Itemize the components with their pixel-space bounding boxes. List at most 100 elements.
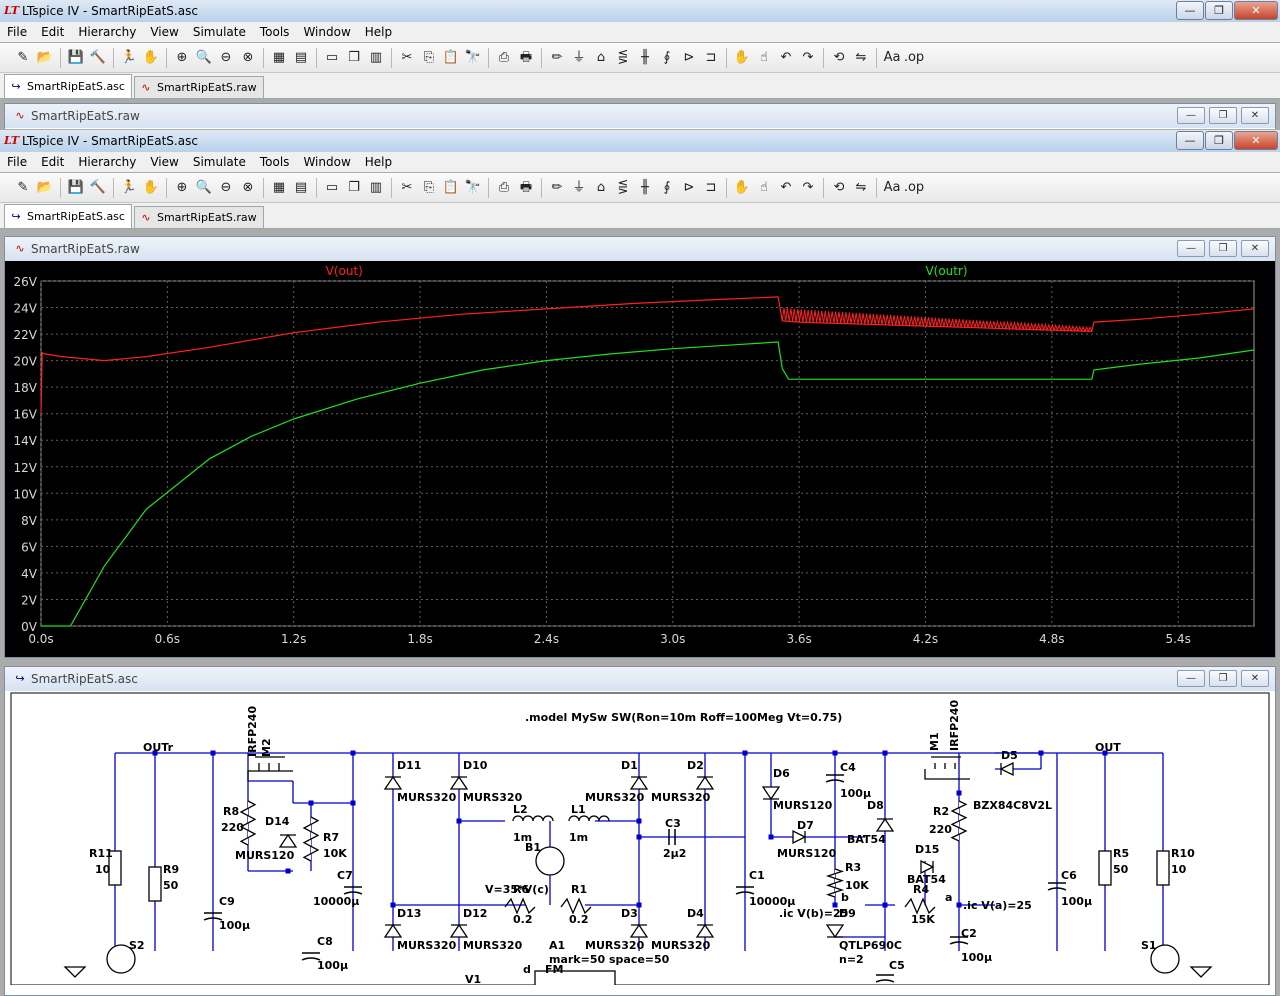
drag-icon[interactable]: ☝	[753, 177, 775, 199]
restore-button-2[interactable]: ❐	[1205, 131, 1233, 150]
redo-icon[interactable]: ↷	[797, 47, 819, 69]
new-schematic-icon[interactable]: ✎	[12, 47, 34, 69]
component-icon[interactable]: ⊐	[700, 47, 722, 69]
open-icon[interactable]: 📂	[34, 177, 56, 199]
spice-directive-icon[interactable]: .op	[903, 47, 925, 69]
tile-vertical-icon[interactable]: ▥	[365, 177, 387, 199]
view-icon[interactable]: ▤	[290, 177, 312, 199]
drag-icon[interactable]: ☝	[753, 47, 775, 69]
redo-icon[interactable]: ↷	[797, 177, 819, 199]
minimize-button[interactable]: —	[1176, 1, 1204, 20]
tab-waveform[interactable]: ∿ SmartRipEatS.raw	[133, 76, 264, 98]
paste-icon[interactable]: 📋	[440, 47, 462, 69]
copy-icon[interactable]: ⎘	[418, 177, 440, 199]
autorange-icon[interactable]: ▦	[268, 47, 290, 69]
menu-help-2[interactable]: Help	[358, 155, 399, 169]
zoom-area-icon[interactable]: 🔍	[193, 177, 215, 199]
zoom-in-icon[interactable]: ⊕	[171, 177, 193, 199]
text-icon[interactable]: Aa	[881, 47, 903, 69]
diode-icon[interactable]: ⊳	[678, 177, 700, 199]
plot-close-button[interactable]: ✕	[1241, 240, 1269, 257]
minimize-button-2[interactable]: —	[1176, 131, 1204, 150]
menu-help[interactable]: Help	[358, 25, 399, 39]
draw-wire-icon[interactable]: ✏	[546, 177, 568, 199]
paste-icon[interactable]: 📋	[440, 177, 462, 199]
halt-icon[interactable]: ✋	[140, 177, 162, 199]
control-panel-icon[interactable]: 🔨	[87, 177, 109, 199]
autorange-icon[interactable]: ▦	[268, 177, 290, 199]
run-icon[interactable]: 🏃	[118, 177, 140, 199]
view-icon[interactable]: ▤	[290, 47, 312, 69]
raw-minimize-button[interactable]: —	[1177, 107, 1205, 124]
tile-horizontal-icon[interactable]: ▭	[321, 177, 343, 199]
zoom-fit-icon[interactable]: ⊗	[237, 47, 259, 69]
spice-directive-icon[interactable]: .op	[903, 177, 925, 199]
menu-window-2[interactable]: Window	[296, 155, 357, 169]
restore-button[interactable]: ❐	[1205, 1, 1233, 20]
tile-vertical-icon[interactable]: ▥	[365, 47, 387, 69]
schematic-canvas[interactable]: .model MySw SW(Ron=10m Roff=100Meg Vt=0.…	[5, 691, 1275, 985]
open-icon[interactable]: 📂	[34, 47, 56, 69]
run-icon[interactable]: 🏃	[118, 47, 140, 69]
component-icon[interactable]: ⊐	[700, 177, 722, 199]
zoom-area-icon[interactable]: 🔍	[193, 47, 215, 69]
undo-icon[interactable]: ↶	[775, 177, 797, 199]
raw-restore-button[interactable]: ❐	[1209, 107, 1237, 124]
save-icon[interactable]: 💾	[65, 47, 87, 69]
label-icon[interactable]: ⌂	[590, 47, 612, 69]
plot-restore-button[interactable]: ❐	[1209, 240, 1237, 257]
menu-tools-2[interactable]: Tools	[253, 155, 297, 169]
print-icon[interactable]: 🖶	[515, 47, 537, 69]
halt-icon[interactable]: ✋	[140, 47, 162, 69]
tab-schematic-2[interactable]: ↪ SmartRipEatS.asc	[4, 204, 132, 228]
schematic-restore-button[interactable]: ❐	[1209, 670, 1237, 687]
cut-icon[interactable]: ✂	[396, 177, 418, 199]
raw-close-button[interactable]: ✕	[1241, 107, 1269, 124]
inductor-icon[interactable]: ∮	[656, 47, 678, 69]
rotate-icon[interactable]: ⟲	[828, 177, 850, 199]
menu-edit[interactable]: Edit	[34, 25, 71, 39]
menu-simulate-2[interactable]: Simulate	[186, 155, 253, 169]
tile-horizontal-icon[interactable]: ▭	[321, 47, 343, 69]
plot-minimize-button[interactable]: —	[1177, 240, 1205, 257]
diode-icon[interactable]: ⊳	[678, 47, 700, 69]
zoom-fit-icon[interactable]: ⊗	[237, 177, 259, 199]
capacitor-icon[interactable]: ╫	[634, 177, 656, 199]
copy-icon[interactable]: ⎘	[418, 47, 440, 69]
print-icon[interactable]: 🖶	[515, 177, 537, 199]
menu-file-2[interactable]: File	[0, 155, 34, 169]
text-icon[interactable]: Aa	[881, 177, 903, 199]
menu-simulate[interactable]: Simulate	[186, 25, 253, 39]
undo-icon[interactable]: ↶	[775, 47, 797, 69]
schematic-minimize-button[interactable]: —	[1177, 670, 1205, 687]
menu-window[interactable]: Window	[296, 25, 357, 39]
cut-icon[interactable]: ✂	[396, 47, 418, 69]
zoom-out-icon[interactable]: ⊖	[215, 177, 237, 199]
find-icon[interactable]: 🔭	[462, 177, 484, 199]
schematic-close-button[interactable]: ✕	[1241, 670, 1269, 687]
move-icon[interactable]: ✋	[731, 177, 753, 199]
save-icon[interactable]: 💾	[65, 177, 87, 199]
ground-icon[interactable]: ⏚	[568, 177, 590, 199]
find-icon[interactable]: 🔭	[462, 47, 484, 69]
mirror-icon[interactable]: ⇋	[850, 47, 872, 69]
print-setup-icon[interactable]: ⎙	[493, 47, 515, 69]
label-icon[interactable]: ⌂	[590, 177, 612, 199]
cascade-icon[interactable]: ❐	[343, 177, 365, 199]
tab-schematic[interactable]: ↪ SmartRipEatS.asc	[4, 74, 132, 98]
print-setup-icon[interactable]: ⎙	[493, 177, 515, 199]
ground-icon[interactable]: ⏚	[568, 47, 590, 69]
menu-view-2[interactable]: View	[143, 155, 185, 169]
zoom-out-icon[interactable]: ⊖	[215, 47, 237, 69]
waveform-plot[interactable]: 0V2V4V6V8V10V12V14V16V18V20V22V24V26V0.0…	[5, 261, 1275, 657]
control-panel-icon[interactable]: 🔨	[87, 47, 109, 69]
capacitor-icon[interactable]: ╫	[634, 47, 656, 69]
rotate-icon[interactable]: ⟲	[828, 47, 850, 69]
draw-wire-icon[interactable]: ✏	[546, 47, 568, 69]
zoom-in-icon[interactable]: ⊕	[171, 47, 193, 69]
inductor-icon[interactable]: ∮	[656, 177, 678, 199]
menu-hierarchy[interactable]: Hierarchy	[71, 25, 143, 39]
close-button-2[interactable]: ✕	[1234, 131, 1278, 150]
menu-hierarchy-2[interactable]: Hierarchy	[71, 155, 143, 169]
menu-edit-2[interactable]: Edit	[34, 155, 71, 169]
